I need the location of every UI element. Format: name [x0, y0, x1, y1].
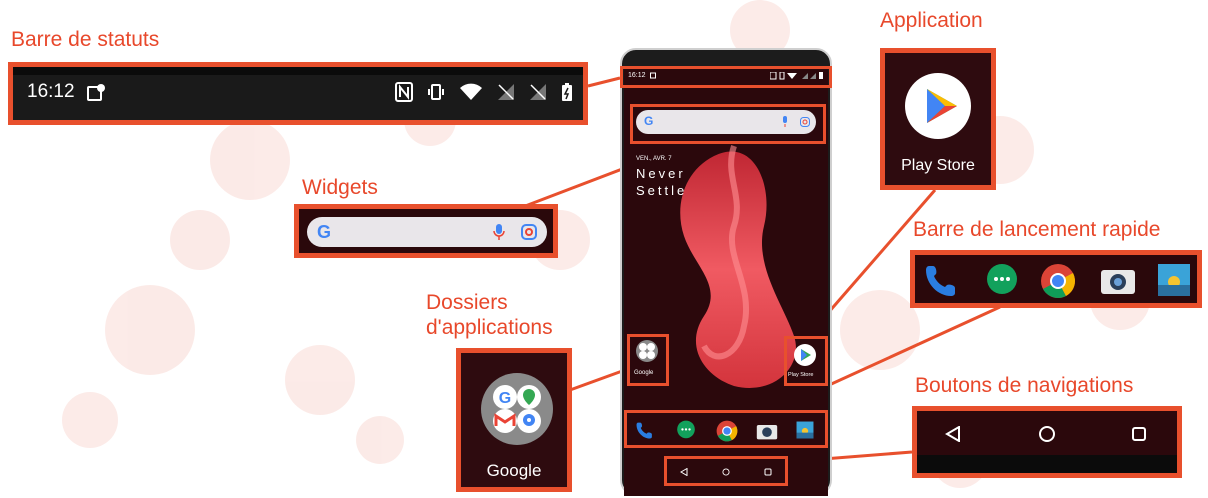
recents-icon[interactable]	[1131, 426, 1147, 442]
status-time: 16:12	[27, 81, 75, 102]
label-nav-buttons: Boutons de navigations	[915, 374, 1134, 397]
battery-icon	[561, 82, 573, 102]
no-signal-icon	[529, 83, 547, 101]
wallpaper-text-line1: Never	[636, 166, 686, 181]
phone-date: VEN., AVR. 7	[636, 156, 672, 162]
no-signal-icon	[497, 83, 515, 101]
google-folder-icon[interactable]: G	[481, 373, 553, 445]
svg-text:G: G	[499, 390, 511, 407]
play-store-icon	[905, 73, 971, 139]
gallery-icon[interactable]	[1157, 263, 1191, 297]
phone-icon[interactable]	[925, 263, 959, 297]
highlight-folder	[627, 334, 669, 386]
label-widgets: Widgets	[302, 176, 378, 199]
messages-icon[interactable]	[985, 263, 1019, 297]
highlight-nav	[664, 456, 788, 486]
highlight-widget	[630, 104, 826, 144]
wallpaper-text-line2: Settle	[636, 183, 688, 198]
nfc-icon	[395, 82, 413, 102]
application-callout: Play Store	[880, 48, 996, 190]
google-search-widget[interactable]: G	[307, 217, 547, 247]
label-status-bar: Barre de statuts	[11, 28, 160, 51]
chrome-icon[interactable]	[1040, 263, 1076, 299]
folder-callout: G Google	[456, 348, 572, 492]
google-g-icon: G	[317, 222, 332, 242]
folder-label: Google	[486, 461, 542, 480]
label-app-folders-line1: Dossiers	[426, 291, 508, 314]
label-quick-launch: Barre de lancement rapide	[913, 218, 1161, 241]
back-icon[interactable]	[945, 426, 961, 442]
quick-launch-callout	[910, 250, 1202, 308]
widget-callout: G	[294, 204, 558, 258]
wifi-icon	[459, 83, 483, 101]
highlight-app	[784, 336, 828, 386]
notification-icon	[87, 84, 105, 102]
highlight-dock	[624, 410, 828, 448]
label-application: Application	[880, 9, 983, 32]
navigation-callout	[912, 406, 1182, 478]
highlight-status-bar	[620, 66, 832, 88]
play-store-label: Play Store	[901, 157, 975, 174]
microphone-icon[interactable]	[493, 223, 505, 241]
label-app-folders-line2: d'applications	[426, 316, 553, 339]
home-icon[interactable]	[1038, 425, 1056, 443]
status-bar-callout: 16:12	[8, 62, 588, 125]
lens-icon[interactable]	[521, 224, 537, 240]
camera-icon[interactable]	[1100, 265, 1136, 295]
vibrate-icon	[427, 83, 445, 101]
